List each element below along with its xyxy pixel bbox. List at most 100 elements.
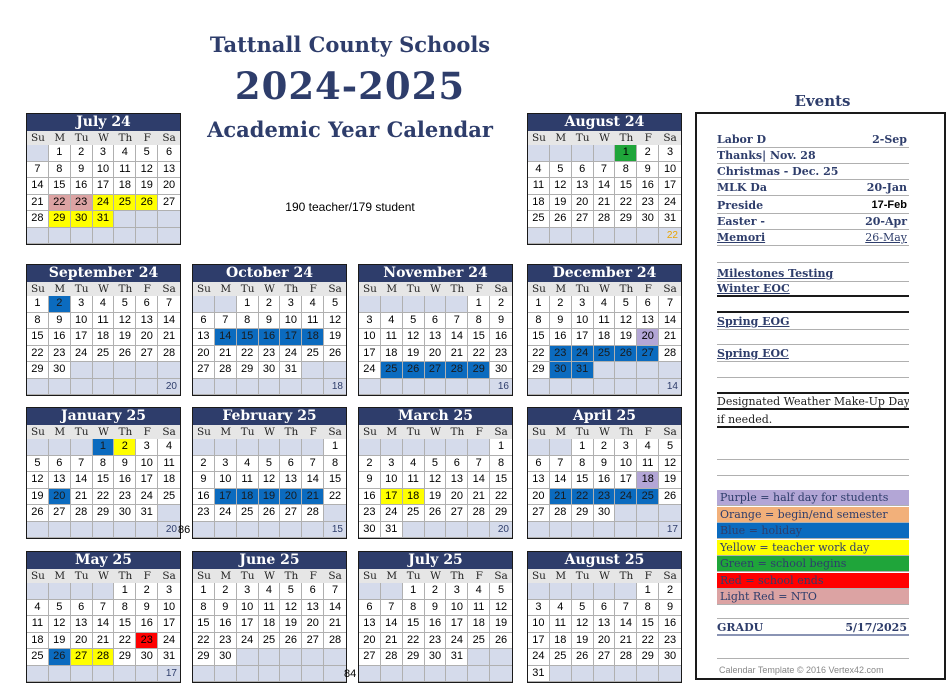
- empty-cell: [27, 439, 49, 456]
- weekday-label: M: [220, 426, 232, 438]
- day-cell: 5: [27, 455, 49, 472]
- event-label: Preside: [717, 199, 764, 212]
- day-cell: 3: [380, 455, 403, 472]
- day-cell: 7: [659, 296, 681, 313]
- day-cell: 11: [528, 178, 550, 195]
- day-cell: 21: [70, 488, 93, 505]
- empty-cell: [637, 665, 660, 682]
- day-grid: 1 2 3 4 5 6 7 8 9 10 11 12 13 14 15 16 17 18 19 20 21 22 23 24 2…: [528, 583, 681, 682]
- day-cell: 29: [571, 505, 594, 522]
- day-cell: 14: [302, 472, 325, 489]
- day-cell: 15: [637, 616, 660, 633]
- day-cell: 29: [615, 211, 638, 228]
- day-cell: 16: [193, 488, 215, 505]
- day-cell: 29: [92, 505, 115, 522]
- empty-cell: [258, 439, 281, 456]
- day-cell: 10: [615, 455, 638, 472]
- month-day-count: 15: [324, 521, 346, 538]
- day-cell: 3: [571, 296, 594, 313]
- month-title: July 25: [359, 552, 512, 569]
- day-cell: 13: [571, 178, 594, 195]
- day-cell: 8: [402, 599, 425, 616]
- month-september-24: September 24 Su M Tu W Th F Sa 1 2 3 4 5 6 7 8 9 10 11 12 13…: [26, 264, 181, 396]
- day-cell: 18: [549, 632, 572, 649]
- empty-cell: [27, 378, 49, 395]
- weekday-label: Th: [450, 426, 465, 438]
- day-cell: 8: [324, 455, 346, 472]
- empty-cell: [27, 665, 49, 682]
- day-cell: 11: [114, 161, 137, 178]
- empty-cell: [490, 649, 512, 666]
- day-cell: 25: [27, 649, 49, 666]
- legend-item: Red = school ends: [717, 572, 909, 589]
- empty-cell: [528, 145, 550, 162]
- day-cell: 12: [280, 599, 303, 616]
- day-cell: 29: [637, 649, 660, 666]
- day-cell: 10: [659, 161, 681, 178]
- weekday-label: Th: [118, 283, 133, 295]
- weekday-label: Sa: [494, 570, 508, 582]
- empty-cell: [637, 378, 660, 395]
- day-grid: 1 2 3 4 5 6 7 8 9 10 11 12 13 14 15 16 17 18 19 20 21 22 23 24 2…: [27, 583, 180, 682]
- empty-cell: [158, 362, 180, 379]
- divider: [717, 459, 909, 460]
- day-cell: 9: [490, 312, 512, 329]
- day-cell: 11: [380, 329, 403, 346]
- weekday-label: M: [555, 426, 567, 438]
- school-name: Tattnall County Schools: [209, 32, 491, 57]
- template-credit: Calendar Template © 2016 Vertex42.com: [719, 665, 884, 675]
- weekday-label: M: [54, 570, 66, 582]
- weekday-label: Su: [531, 132, 546, 144]
- day-cell: 4: [158, 439, 180, 456]
- day-cell: 9: [214, 599, 237, 616]
- month-title: July 24: [27, 114, 180, 131]
- empty-cell: [280, 649, 303, 666]
- day-cell: 21: [214, 345, 237, 362]
- day-cell: 30: [490, 362, 512, 379]
- day-cell: 29: [48, 211, 71, 228]
- day-cell: 19: [136, 178, 159, 195]
- day-cell: 30: [659, 649, 681, 666]
- event-date: 20-Apr: [865, 215, 907, 228]
- event-mlk: MLK Da 20-Jan: [717, 180, 909, 196]
- empty-cell: [258, 649, 281, 666]
- empty-cell: [468, 649, 491, 666]
- empty-cell: [528, 439, 550, 456]
- day-cell: 22: [528, 345, 550, 362]
- weekday-label: M: [386, 570, 398, 582]
- day-cell: 6: [446, 455, 469, 472]
- empty-cell: [424, 665, 447, 682]
- day-cell: 23: [637, 194, 660, 211]
- day-cell: 24: [70, 345, 93, 362]
- event-presidents: Preside 17-Feb: [717, 198, 909, 214]
- day-cell: 8: [193, 599, 215, 616]
- day-cell: 21: [27, 194, 49, 211]
- day-cell: 29: [490, 505, 512, 522]
- day-cell: 27: [446, 505, 469, 522]
- day-cell: 16: [258, 329, 281, 346]
- day-cell: 3: [136, 439, 159, 456]
- empty-cell: [446, 665, 469, 682]
- empty-cell: [380, 296, 403, 313]
- day-cell: 6: [424, 312, 447, 329]
- weekday-label: Sa: [162, 570, 176, 582]
- weekday-label: Tu: [74, 426, 89, 438]
- day-cell: 13: [193, 329, 215, 346]
- empty-cell: [280, 665, 303, 682]
- day-cell: 2: [70, 145, 93, 162]
- day-cell: 16: [48, 329, 71, 346]
- empty-cell: [571, 227, 594, 244]
- day-cell: 19: [280, 616, 303, 633]
- day-cell: 15: [468, 329, 491, 346]
- empty-cell: [424, 378, 447, 395]
- day-cell: 24: [92, 194, 115, 211]
- empty-cell: [92, 583, 115, 600]
- day-cell: 28: [593, 211, 616, 228]
- day-cell: 4: [92, 296, 115, 313]
- empty-cell: [236, 521, 259, 538]
- empty-cell: [593, 362, 616, 379]
- weekday-label: W: [430, 283, 441, 295]
- day-cell: 5: [490, 583, 512, 600]
- day-cell: 11: [549, 616, 572, 633]
- day-cell: 17: [659, 178, 681, 195]
